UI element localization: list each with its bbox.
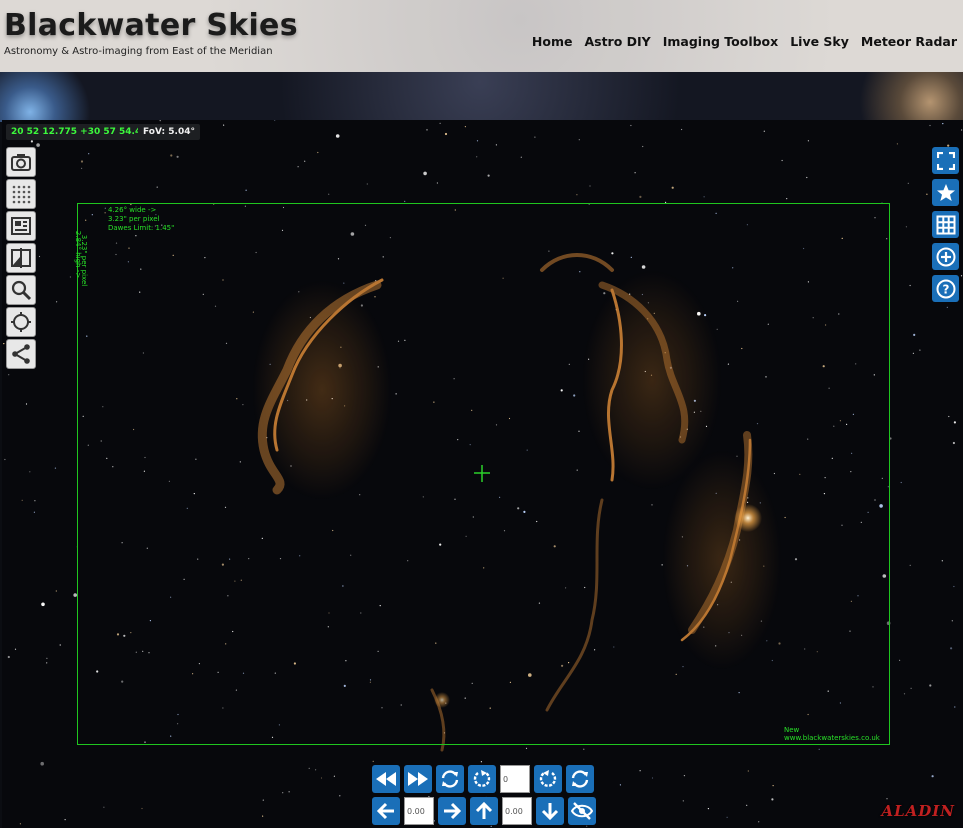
screenshot-button[interactable] <box>6 147 36 177</box>
main-nav: Home Astro DIY Imaging Toolbox Live Sky … <box>526 34 963 49</box>
arrow-up-icon <box>475 801 493 819</box>
refresh-icon <box>571 770 589 788</box>
plus-icon <box>936 247 955 266</box>
rotate-left-icon <box>473 770 491 787</box>
nav-home[interactable]: Home <box>526 34 579 49</box>
layers-icon <box>11 217 31 235</box>
search-icon <box>11 280 32 301</box>
help-button[interactable]: ? <box>932 275 959 302</box>
fast-forward-icon <box>408 772 428 786</box>
coordinate-grid-button[interactable] <box>932 211 959 238</box>
rewind-button[interactable] <box>372 765 400 793</box>
fov-display: FoV: 5.04° <box>138 124 200 140</box>
control-row-top: 0 <box>372 765 594 793</box>
sync-button[interactable] <box>436 765 464 793</box>
nav-astro-diy[interactable]: Astro DIY <box>578 34 656 49</box>
fullscreen-button[interactable] <box>932 147 959 174</box>
camera-icon <box>11 154 31 171</box>
target-button[interactable] <box>6 307 36 337</box>
eye-slash-icon <box>571 802 593 820</box>
arrow-right-icon <box>444 802 462 820</box>
site-title[interactable]: Blackwater Skies <box>4 8 298 43</box>
pan-down-button[interactable] <box>536 797 564 825</box>
split-view-button[interactable] <box>6 243 36 273</box>
fov-footer-url: www.blackwaterskies.co.uk <box>784 734 880 742</box>
share-icon <box>12 344 30 364</box>
star-icon <box>936 183 955 201</box>
layers-button[interactable] <box>6 211 36 241</box>
sync-icon <box>441 770 459 788</box>
grid-dots-icon <box>12 185 31 204</box>
coordinates-display: 20 52 12.775 +30 57 54.43 <box>6 124 153 140</box>
fov-height-label: 2.84° high -> <box>74 230 83 279</box>
control-row-bottom: 0.00 0.00 <box>372 797 596 825</box>
header-starfield-banner <box>0 72 963 122</box>
pan-y-input[interactable]: 0.00 <box>502 797 532 825</box>
hide-overlay-button[interactable] <box>568 797 596 825</box>
fov-overlay-rectangle: 4.26° wide -> 3.23" per pixel Dawes Limi… <box>74 203 890 745</box>
rotate-left-button[interactable] <box>468 765 496 793</box>
grid-icon <box>936 215 955 234</box>
nav-live-sky[interactable]: Live Sky <box>784 34 855 49</box>
fast-forward-button[interactable] <box>404 765 432 793</box>
reset-rotation-button[interactable] <box>566 765 594 793</box>
arrow-left-icon <box>376 802 394 820</box>
rotate-right-icon <box>539 770 557 787</box>
search-button[interactable] <box>6 275 36 305</box>
arrow-down-icon <box>541 803 559 821</box>
target-icon <box>11 312 31 332</box>
fullscreen-icon <box>936 151 955 170</box>
aladin-sky-viewer[interactable]: 20 52 12.775 +30 57 54.43 FoV: 5.04° 4.2… <box>2 120 963 828</box>
split-view-icon <box>11 248 31 268</box>
site-header: Blackwater Skies Astronomy & Astro-imagi… <box>0 0 963 72</box>
fov-dawes-label: Dawes Limit: 1.45" <box>108 224 175 232</box>
nav-meteor-radar[interactable]: Meteor Radar <box>855 34 963 49</box>
catalog-button[interactable] <box>932 179 959 206</box>
pan-x-input[interactable]: 0.00 <box>404 797 434 825</box>
rotate-right-button[interactable] <box>534 765 562 793</box>
help-icon: ? <box>936 279 955 298</box>
pan-left-button[interactable] <box>372 797 400 825</box>
fov-width-label: 4.26° wide -> <box>108 206 157 214</box>
rewind-icon <box>376 772 396 786</box>
aladin-logo: ALADIN <box>881 802 955 820</box>
svg-text:?: ? <box>942 282 949 296</box>
pan-right-button[interactable] <box>438 797 466 825</box>
share-button[interactable] <box>6 339 36 369</box>
rotation-input[interactable]: 0 <box>500 765 530 793</box>
pan-up-button[interactable] <box>470 797 498 825</box>
fov-pixel-label: 3.23" per pixel <box>108 215 160 223</box>
add-layer-button[interactable] <box>932 243 959 270</box>
nav-imaging-toolbox[interactable]: Imaging Toolbox <box>657 34 784 49</box>
survey-selector-button[interactable] <box>6 179 36 209</box>
site-subtitle: Astronomy & Astro-imaging from East of t… <box>4 46 273 57</box>
